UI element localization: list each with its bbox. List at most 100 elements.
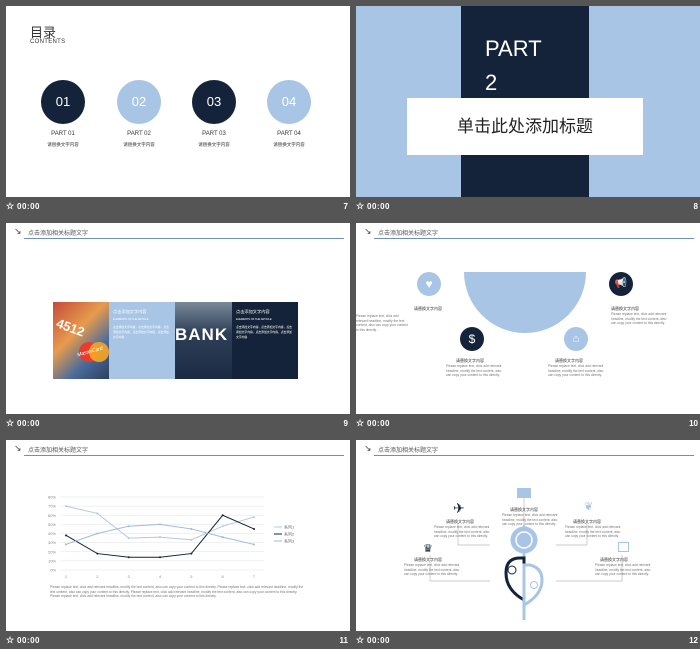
- slide-subtitle: CONTENTS: [30, 39, 66, 45]
- item-body: Please replace text, click add relevant …: [434, 525, 490, 538]
- y-tick-label: 20%: [48, 549, 56, 554]
- star-icon: ☆: [6, 635, 15, 645]
- text-card-1: 点击添加文字内容 ELEMENTS OF THE ARTICLE 点击添加文字内…: [109, 302, 175, 379]
- text-card-2: 点击添加文字内容 ELEMENTS OF THE ARTICLE 点击添加文字内…: [232, 302, 298, 379]
- dollar-icon: $: [460, 327, 484, 351]
- arrow-icon: ↘: [14, 443, 22, 453]
- slide-timing: 00:00: [17, 636, 40, 645]
- star-icon: ☆: [356, 201, 365, 211]
- card-subtitle: ELEMENTS OF THE ARTICLE: [113, 318, 149, 321]
- data-point: [96, 512, 99, 515]
- y-tick-label: 10%: [48, 558, 56, 563]
- part-desc: 请替换文字内容: [273, 142, 305, 147]
- data-point: [127, 525, 130, 528]
- header-title: 点击添加相关标题文字: [28, 231, 89, 237]
- data-point: [159, 556, 161, 559]
- data-point: [253, 516, 255, 519]
- part-label: PART 01: [51, 131, 75, 137]
- item-body: Please replace text, click add relevant …: [565, 525, 621, 538]
- data-point: [190, 527, 193, 530]
- trophy-icon: ♛: [423, 543, 433, 555]
- legend-label: 系列2: [284, 531, 295, 537]
- item-circle-03: 03: [192, 80, 236, 124]
- slide-7: 目录 CONTENTS 01 02 03 04 PART 01 PART 02 …: [6, 6, 350, 197]
- y-tick-label: 60%: [48, 513, 56, 518]
- part-desc: 请替换文字内容: [123, 142, 155, 147]
- data-point: [65, 543, 67, 546]
- part-label: PART 02: [127, 131, 151, 137]
- part-desc: 请替换文字内容: [47, 142, 79, 147]
- data-point: [190, 538, 193, 541]
- part-label: PART: [485, 36, 542, 61]
- data-point: [127, 537, 130, 540]
- item-body: Please replace text, click add relevant …: [404, 563, 460, 576]
- card-body: 点击添加文字内容，点击添加文字内容，点击添加文字内容，点击添加文字内容，点击添加…: [113, 325, 169, 339]
- megaphone-icon: 📢: [609, 272, 633, 296]
- card-title: 点击添加文字内容: [113, 309, 147, 314]
- data-point: [96, 532, 99, 535]
- part-desc: 请替换文字内容: [198, 142, 230, 147]
- arrow-icon: ↘: [364, 226, 372, 236]
- slide-meta: ☆ 00:00 8: [356, 201, 700, 215]
- data-point: [96, 552, 99, 555]
- item-body: Please replace text, click add relevant …: [611, 312, 667, 325]
- y-tick-label: 80%: [48, 495, 56, 500]
- slide-9: ↘ 点击添加相关标题文字 4512 MasterCard 点击添加文字内容 EL…: [6, 223, 350, 414]
- y-tick-label: 30%: [48, 540, 56, 545]
- header-line: [24, 455, 344, 456]
- data-point: [221, 514, 224, 517]
- slide-number: 12: [689, 636, 698, 645]
- slide-number: 11: [339, 636, 348, 645]
- tree-diagram: [429, 494, 623, 620]
- slide-meta: ☆ 00:00 12: [356, 635, 700, 649]
- leaf-icon: ❦: [584, 501, 594, 513]
- slide-number: 10: [689, 419, 698, 428]
- home-icon: ⌂: [564, 327, 588, 351]
- slide-title: 单击此处添加标题: [457, 117, 593, 136]
- legend-label: 系列3: [284, 538, 295, 544]
- slide-header: ↘ 点击添加相关标题文字: [6, 440, 350, 458]
- data-point: [253, 543, 255, 546]
- airplane-icon: ✈: [453, 500, 465, 516]
- item-label: 请替换文字内容: [414, 306, 442, 311]
- chart-caption: Please replace text, click add relevant …: [50, 585, 304, 599]
- item-body: Please replace text, click add relevant …: [548, 364, 604, 377]
- item-body: Please replace text, click add relevant …: [446, 364, 502, 377]
- star-icon: ☆: [6, 201, 15, 211]
- legend-label: 系列1: [284, 524, 295, 530]
- header-line: [374, 238, 694, 239]
- slide-number: 7: [343, 202, 348, 211]
- slide-8: PART 2 单击此处添加标题: [356, 6, 700, 197]
- credit-card-image: 4512 MasterCard: [53, 302, 109, 379]
- part-number: 2: [485, 70, 498, 95]
- part-label: PART 04: [277, 131, 301, 137]
- truck-icon: [517, 488, 531, 498]
- data-point: [159, 536, 161, 539]
- x-tick-label: 4: [159, 574, 162, 579]
- part-label: PART 03: [202, 131, 226, 137]
- card-subtitle: ELEMENTS OF THE ARTICLE: [236, 318, 272, 321]
- item-circle-01: 01: [41, 80, 85, 124]
- line-chart: 80% 70% 60% 50% 40% 30% 20% 10% 0% 1 2 3 4 5 6 7 系列1系列2系…: [48, 495, 295, 580]
- item-circle-02: 02: [117, 80, 161, 124]
- data-point: [221, 525, 224, 528]
- slide-11: ↘ 点击添加相关标题文字 80% 70% 60% 50% 40% 30% 20% 10% 0% 1…: [6, 440, 350, 631]
- slide-timing: 00:00: [17, 202, 40, 211]
- slide-timing: 00:00: [367, 636, 390, 645]
- x-tick-label: 3: [128, 574, 131, 579]
- header-title: 点击添加相关标题文字: [28, 448, 89, 454]
- series-line: [65, 523, 255, 545]
- x-tick-label: 2: [96, 574, 99, 579]
- slide-10: ↘ 点击添加相关标题文字 ♥ 📢 $ ⌂ 请替换文字内容 Please repl…: [356, 223, 700, 414]
- data-point: [190, 552, 193, 555]
- data-point: [65, 534, 67, 537]
- slide-meta: ☆ 00:00 7: [6, 201, 350, 215]
- y-tick-label: 40%: [48, 531, 56, 536]
- slide-header: ↘ 点击添加相关标题文字: [6, 223, 350, 241]
- slide-timing: 00:00: [367, 419, 390, 428]
- slide-meta: ☆ 00:00 11: [6, 635, 350, 649]
- y-tick-label: 0%: [50, 568, 56, 573]
- star-icon: ☆: [6, 418, 15, 428]
- y-tick-label: 70%: [48, 504, 56, 509]
- data-point: [127, 556, 130, 559]
